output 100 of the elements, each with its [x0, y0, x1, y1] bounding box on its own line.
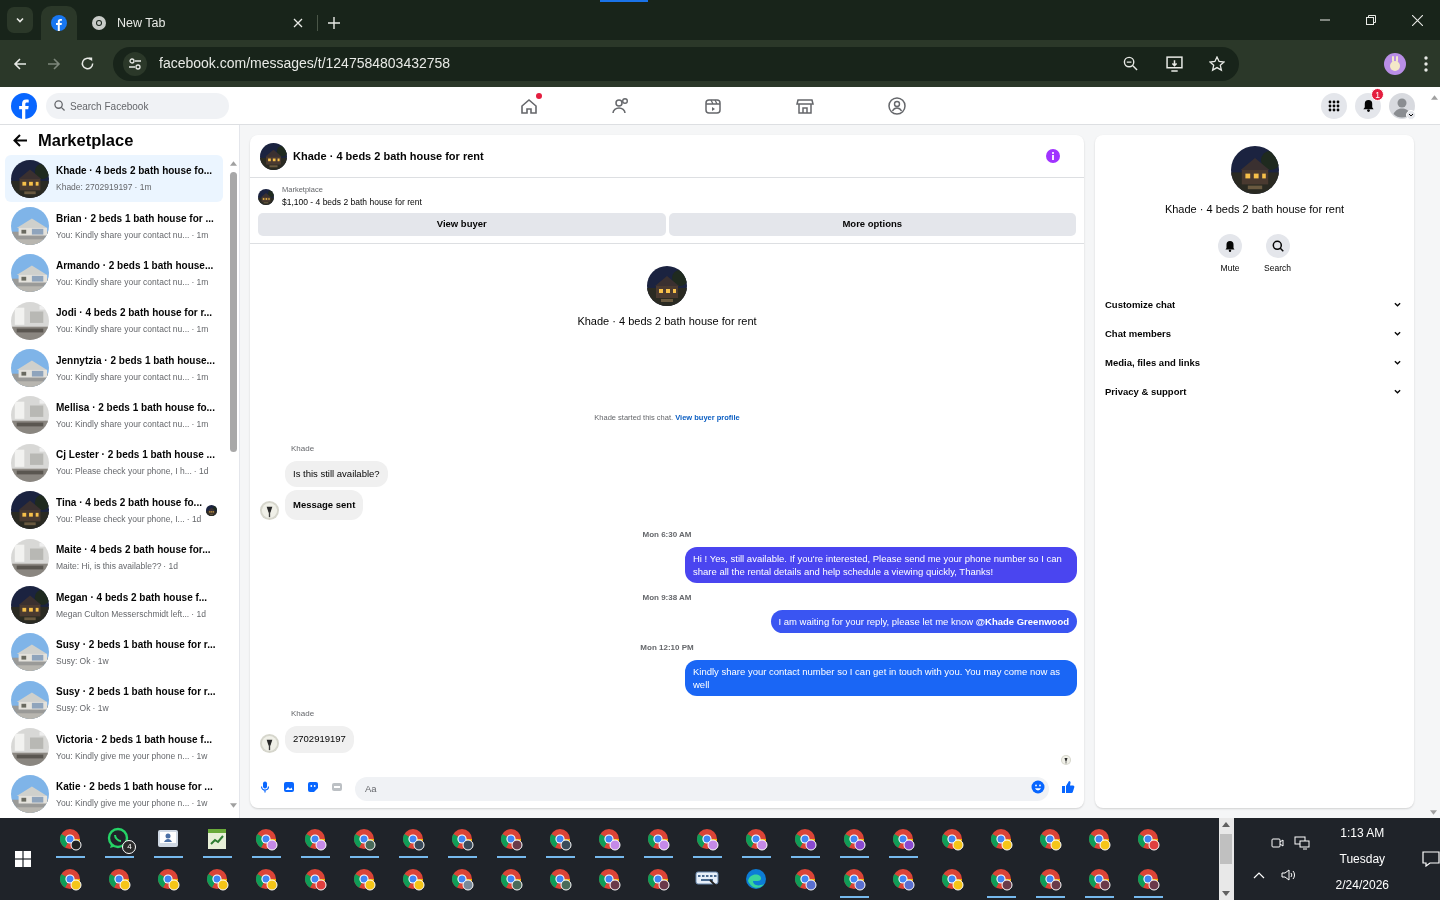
section-row[interactable]: Customize chat: [1098, 290, 1411, 320]
taskbar-scrollbar[interactable]: [1218, 818, 1234, 900]
camera-icon[interactable]: [1269, 836, 1284, 850]
browser-icon: [352, 827, 377, 851]
edge-browser-icon: [744, 867, 769, 891]
forward-icon[interactable]: [46, 55, 62, 72]
network-icon[interactable]: [1293, 836, 1310, 850]
browser-icon: [205, 867, 230, 891]
menu-dots-icon[interactable]: [1424, 55, 1428, 72]
back-icon[interactable]: [12, 55, 28, 72]
browser-icon: [499, 867, 524, 891]
conversation-item[interactable]: Mellisa · 2 beds 1 bath house fo... You: Kindly share your contact nu... · 1m: [5, 391, 223, 440]
conversation-title: Susy · 2 beds 1 bath house for r...: [56, 685, 217, 700]
browser-icon: [793, 867, 818, 891]
message-bubble: Kindly share your contact number so I can get in touch with you. You may come now as well: [685, 660, 1077, 697]
reload-icon[interactable]: [80, 56, 95, 71]
sender-name: Khade: [291, 443, 315, 453]
browser-icon: [842, 827, 867, 851]
zoom-icon[interactable]: [1123, 56, 1138, 71]
message-time: · 1d: [186, 512, 202, 526]
message-preview: You: Please check your phone, I h...: [56, 465, 192, 479]
conversation-item[interactable]: Tina · 4 beds 2 bath house fo... You: Please check your phone, I... · 1d: [5, 486, 223, 534]
friends-icon[interactable]: [611, 96, 631, 116]
message-bubble: 2702919197: [285, 726, 354, 753]
conversation-item[interactable]: Susy · 2 beds 1 bath house for r... Susy: Ok · 1w: [5, 675, 223, 724]
message-preview: You: Please check your phone, I...: [56, 512, 185, 526]
menu-button[interactable]: [1321, 92, 1347, 119]
video-icon[interactable]: [703, 96, 723, 116]
taskbar-app[interactable]: 4: [94, 819, 144, 859]
browser-tab[interactable]: New Tab: [77, 6, 317, 40]
mute-button[interactable]: [1218, 233, 1243, 258]
browser-icon: [891, 867, 916, 891]
new-tab-icon[interactable]: [328, 17, 340, 29]
section-row[interactable]: Media, files and links: [1098, 348, 1411, 378]
message-time: · 1m: [191, 370, 209, 384]
conversation-item[interactable]: Khade · 4 beds 2 bath house fo... Khade: 2702919197 · 1m: [5, 155, 223, 203]
message-preview: You: Kindly share your contact nu...: [56, 323, 190, 337]
conversation-item[interactable]: Maite · 4 beds 2 bath house for... Maite: Hi, is this available?? · 1d: [5, 533, 223, 582]
timestamp: Mon 12:10 PM: [640, 642, 694, 655]
photo-icon[interactable]: [283, 781, 295, 793]
install-app-icon[interactable]: [1166, 55, 1183, 72]
restore-icon[interactable]: [1366, 15, 1376, 25]
browser-icon: [303, 827, 328, 851]
conversation-item[interactable]: Cj Lester · 2 beds 1 bath house ... You: Please check your phone, I h... · 1d: [5, 439, 223, 487]
search-field[interactable]: Search Facebook: [46, 93, 229, 119]
conversation-item[interactable]: Armando · 2 beds 1 bath house... You: Kindly share your contact nu... · 1m: [5, 249, 223, 298]
conversation-item[interactable]: Victoria · 2 beds 1 bath house f... You: Kindly give me your phone n... · 1w: [5, 723, 223, 771]
browser-icon: [450, 827, 475, 851]
browser-tab[interactable]: [41, 6, 77, 40]
search-button[interactable]: [1265, 233, 1290, 258]
star-icon[interactable]: [1209, 55, 1225, 72]
message-time: · 1w: [191, 796, 208, 810]
notifications-icon[interactable]: [1422, 851, 1440, 867]
back-arrow-icon[interactable]: [13, 133, 28, 147]
action-button[interactable]: View buyer: [258, 213, 666, 236]
microphone-icon[interactable]: [259, 781, 271, 793]
message-preview: You: Kindly share your contact nu...: [56, 228, 190, 242]
chevron-down-icon: [15, 15, 25, 25]
caret-icon[interactable]: [1408, 111, 1414, 118]
clock[interactable]: 1:13 AM Tuesday 2/24/2026: [1335, 824, 1389, 894]
windows-start-icon[interactable]: [14, 851, 31, 867]
section-row[interactable]: Chat members: [1098, 319, 1411, 349]
like-icon[interactable]: [1061, 780, 1075, 794]
sticker-icon[interactable]: [307, 781, 319, 793]
browser-icon: [1087, 867, 1112, 891]
conversation-item[interactable]: Jennytzia · 2 beds 1 bath house... You: Kindly share your contact nu... · 1m: [5, 344, 223, 392]
address-bar[interactable]: facebook.com/messages/t/1247584803432758: [113, 46, 1239, 81]
browser-icon: [597, 827, 622, 851]
message-input[interactable]: Aa: [355, 776, 1049, 801]
tab-search-button[interactable]: [7, 7, 33, 33]
volume-icon[interactable]: [1280, 868, 1297, 882]
show-hidden-icon[interactable]: [1252, 871, 1265, 879]
info-icon[interactable]: [1046, 149, 1060, 163]
message-preview: You: Kindly share your contact nu...: [56, 370, 190, 384]
site-info-button[interactable]: [123, 51, 147, 76]
message-preview: You: Kindly share your contact nu...: [56, 276, 190, 289]
conversation-item[interactable]: Megan · 4 beds 2 bath house f... Megan Culton Messerschmidt left... · 1d: [5, 581, 223, 629]
group-icon[interactable]: [887, 96, 907, 116]
close-icon[interactable]: [293, 18, 303, 28]
conversation-item[interactable]: Brian · 2 beds 1 bath house for ... You: Kindly share your contact nu... · 1m: [5, 202, 223, 250]
home-icon[interactable]: [519, 96, 539, 116]
profile-avatar-icon[interactable]: [1384, 52, 1406, 75]
conversation-name: Khade · 4 beds 2 bath house for rent: [577, 314, 757, 329]
conversation-item[interactable]: Jodi · 4 beds 2 bath house for r... You: Kindly share your contact nu... · 1m: [5, 297, 223, 345]
scroll-up-icon[interactable]: [1431, 95, 1438, 100]
browser-icon: [450, 867, 475, 891]
action-button[interactable]: More options: [668, 213, 1076, 236]
browser-icon: [989, 827, 1014, 851]
store-icon[interactable]: [795, 96, 815, 116]
conversation-item[interactable]: Katie · 2 beds 1 bath house for ... You: Kindly give me your phone n... · 1w: [5, 770, 223, 818]
close-icon[interactable]: [1411, 14, 1423, 26]
browser-icon: [744, 827, 769, 851]
conversation-title: Megan · 4 beds 2 bath house f...: [56, 590, 209, 605]
conversation-item[interactable]: Susy · 2 beds 1 bath house for r... Susy: Ok · 1w: [5, 628, 223, 676]
emoji-icon[interactable]: [1031, 780, 1045, 794]
section-row[interactable]: Privacy & support: [1098, 377, 1411, 407]
browser-icon: [695, 827, 720, 851]
browser-icon: [548, 867, 573, 891]
facebook-logo-icon[interactable]: [11, 92, 37, 119]
message-time: · 1m: [191, 276, 209, 289]
